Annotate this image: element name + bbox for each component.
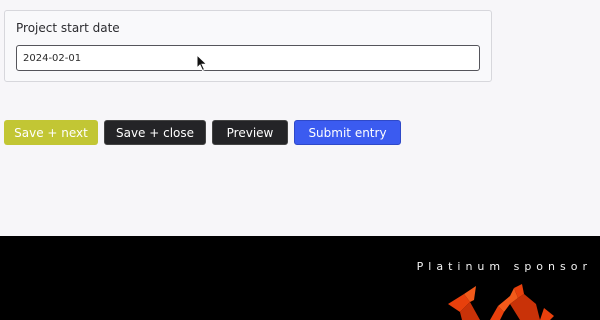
sponsor-footer: Platinum sponsor — [0, 236, 600, 320]
save-next-button[interactable]: Save + next — [4, 120, 98, 145]
date-field-card: Project start date — [4, 10, 492, 82]
project-start-date-label: Project start date — [16, 21, 120, 35]
mouse-pointer-icon — [196, 54, 208, 72]
project-start-date-input[interactable] — [16, 45, 480, 71]
submit-entry-button[interactable]: Submit entry — [294, 120, 401, 145]
save-close-button[interactable]: Save + close — [104, 120, 206, 145]
platinum-sponsor-label: Platinum sponsor — [416, 260, 592, 273]
sponsor-logo-icon — [448, 284, 554, 320]
preview-button[interactable]: Preview — [212, 120, 288, 145]
